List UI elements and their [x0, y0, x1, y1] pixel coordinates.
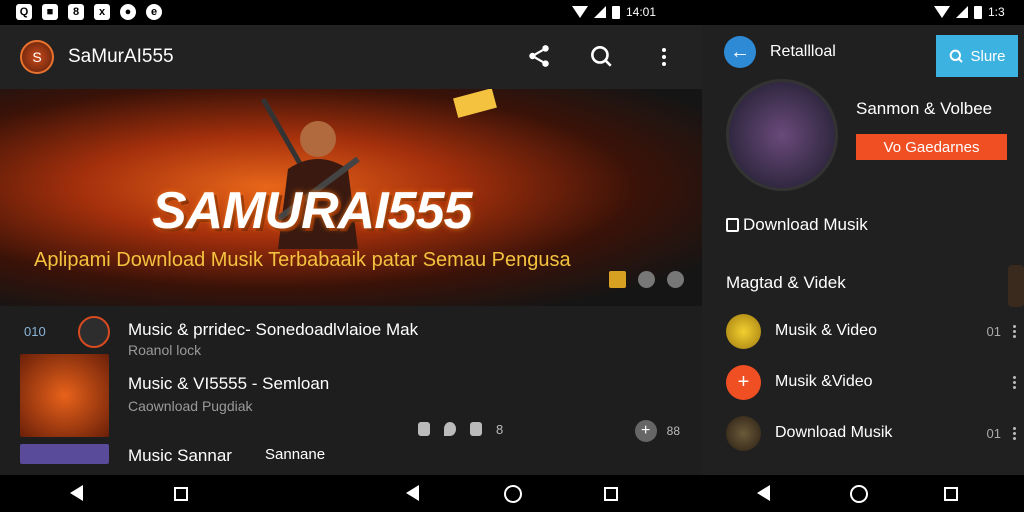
list-item[interactable]: Download Musik 01: [726, 415, 1016, 451]
list-item-count: 01: [986, 425, 1001, 441]
back-nav-icon[interactable]: [406, 485, 419, 501]
banner-subtitle: Aplipami Download Musik Terbabaaik patar…: [34, 249, 571, 271]
track-right-actions: + 88: [634, 420, 680, 442]
notification-icon: ■: [42, 4, 58, 20]
add-icon: +: [726, 364, 761, 400]
recents-nav-icon[interactable]: [944, 487, 958, 501]
app-logo[interactable]: S: [20, 40, 54, 74]
profile-avatar[interactable]: [726, 79, 838, 191]
home-nav-icon[interactable]: [504, 485, 522, 503]
channel-avatar: [78, 316, 110, 348]
banner-icons: [609, 271, 684, 288]
more-options-icon[interactable]: [1013, 375, 1016, 389]
home-nav-icon[interactable]: [850, 485, 868, 503]
track-thumbnail[interactable]: [20, 354, 109, 437]
back-nav-icon[interactable]: [757, 485, 770, 501]
grid-icon[interactable]: 88: [667, 424, 680, 438]
notification-icon: ●: [120, 4, 136, 20]
banner-ribbon: [453, 89, 497, 118]
main-pane: S SaMurAI555 SAMURAI555 Aplipami Downloa…: [0, 25, 702, 475]
side-panel: ← Retallloal Slure Sanmon & Volbee Vo Ga…: [702, 25, 1024, 475]
notification-icon: x: [94, 4, 110, 20]
search-button[interactable]: Slure: [936, 35, 1018, 77]
location-icon[interactable]: [444, 422, 456, 436]
back-icon[interactable]: ←: [724, 36, 756, 68]
list-item-label: Musik & Video: [775, 322, 877, 339]
track-subtitle: Caownload Pugdiak: [128, 398, 253, 414]
system-nav-bar: [0, 475, 1024, 512]
battery-icon: [612, 5, 620, 19]
track-actions: 8: [418, 422, 503, 437]
list-item-count: 01: [986, 323, 1001, 339]
profile-name: Sanmon & Volbee: [856, 99, 993, 118]
battery-icon: [974, 5, 982, 19]
notification-icon: 8: [68, 4, 84, 20]
notification-icons: Q ■ 8 x ● e: [16, 4, 162, 20]
app-title: SaMurAI555: [68, 46, 174, 67]
search-button-label: Slure: [970, 47, 1006, 65]
app-bar: S SaMurAI555: [0, 25, 702, 89]
status-right-left: 14:01: [572, 5, 656, 19]
app-actions: [526, 43, 678, 71]
wifi-icon: [572, 6, 588, 18]
hero-banner[interactable]: SAMURAI555 Aplipami Download Musik Terba…: [0, 89, 702, 306]
more-options-icon[interactable]: [1013, 426, 1016, 440]
track-count: 8: [496, 422, 504, 437]
trophy-icon: [609, 271, 626, 288]
track-list: 010 Music & prridec- Sonedoadlvlaioe Mak…: [0, 306, 702, 465]
avatar: [726, 313, 761, 349]
download-label: Download Musik: [743, 215, 868, 234]
notification-icon: e: [146, 4, 162, 20]
banner-title: SAMURAI555: [152, 182, 472, 240]
track-thumbnail[interactable]: [20, 444, 109, 464]
share-icon[interactable]: [667, 271, 684, 288]
side-header: ← Retallloal Slure: [702, 25, 1024, 79]
signal-icon: [594, 6, 606, 18]
scrollbar[interactable]: [1008, 265, 1024, 307]
list-item[interactable]: Musik & Video 01: [726, 313, 1016, 349]
wifi-icon: [934, 6, 950, 18]
recents-nav-icon[interactable]: [604, 487, 618, 501]
add-icon[interactable]: +: [634, 420, 657, 442]
download-icon: [726, 218, 739, 232]
track-number: 010: [24, 324, 46, 339]
side-title: Retallloal: [770, 43, 836, 60]
list-item[interactable]: + Musik &Video: [726, 364, 1016, 400]
search-icon[interactable]: [588, 43, 616, 71]
status-bar: Q ■ 8 x ● e 14:01 1:3: [0, 0, 1024, 25]
section-heading: Magtad & Videk: [726, 273, 846, 292]
download-menu-item[interactable]: Download Musik: [726, 215, 868, 235]
signal-icon: [956, 6, 968, 18]
track-title[interactable]: Sannane: [265, 446, 325, 463]
subscribe-button[interactable]: Vo Gaedarnes: [856, 134, 1007, 160]
more-options-icon[interactable]: [650, 43, 678, 71]
download-icon[interactable]: [418, 422, 430, 436]
add-icon[interactable]: [638, 271, 655, 288]
track-title: Music & prridec- Sonedoadlvlaioe Mak: [128, 320, 419, 339]
track-subtitle: Roanol lock: [128, 342, 202, 358]
list-item-label: Download Musik: [775, 424, 893, 441]
search-icon: [950, 49, 964, 63]
recents-nav-icon[interactable]: [174, 487, 188, 501]
avatar: [726, 415, 761, 451]
track-title[interactable]: Music Sannar: [128, 446, 232, 466]
back-nav-icon[interactable]: [70, 485, 83, 501]
notification-icon: Q: [16, 4, 32, 20]
status-time: 14:01: [626, 5, 657, 19]
track-title[interactable]: Music & VI5555 - Semloan: [128, 374, 329, 394]
list-item-label: Musik &Video: [775, 373, 873, 390]
status-right: 1:3: [934, 5, 1005, 19]
lock-icon[interactable]: [470, 422, 482, 436]
share-icon[interactable]: [526, 43, 554, 71]
more-options-icon[interactable]: [1013, 324, 1016, 338]
status-time: 1:3: [988, 5, 1005, 19]
